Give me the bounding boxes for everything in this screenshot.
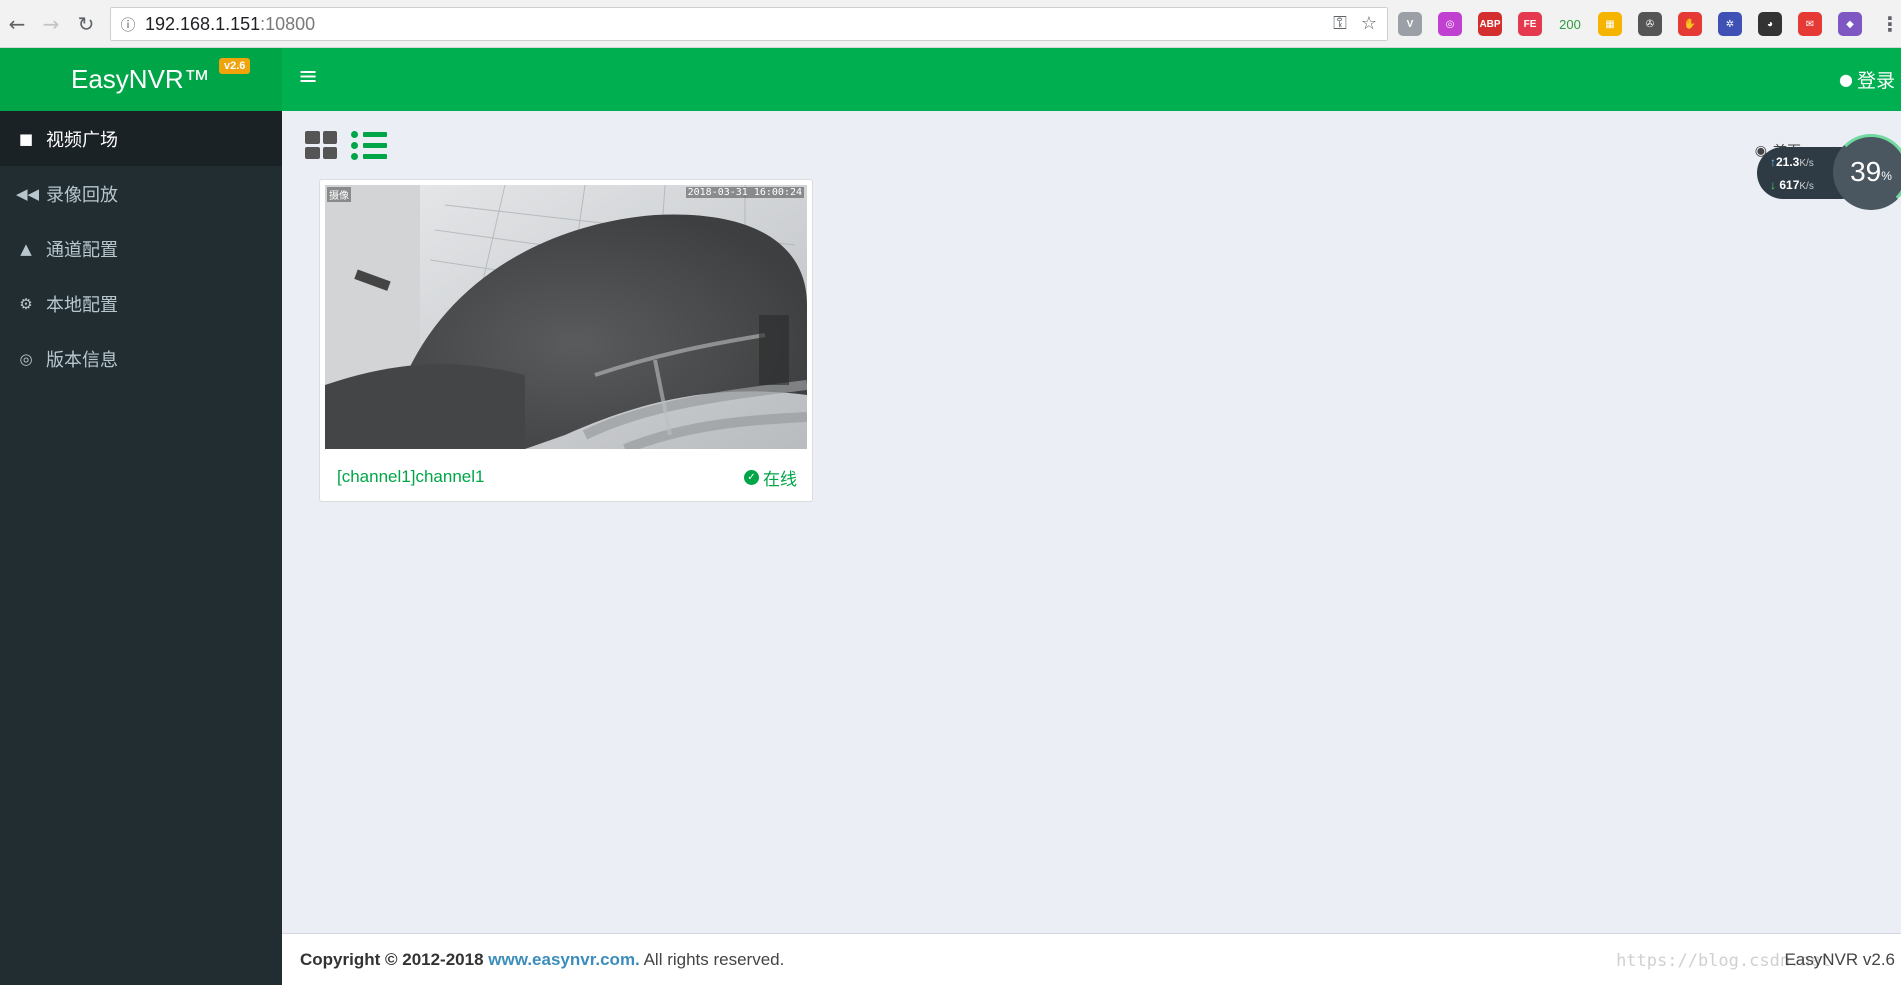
video-camera-icon: ■ — [18, 129, 34, 148]
upload-value: 21.3 — [1776, 155, 1800, 169]
bookmark-star-icon[interactable]: ☆ — [1361, 13, 1377, 34]
card-footer: [channel1]channel1 ✓ 在线 — [320, 452, 812, 502]
list-view-icon[interactable] — [351, 130, 387, 160]
usage-percent-value: 39 — [1850, 156, 1882, 187]
usage-percent-circle: 39% — [1833, 134, 1901, 210]
road-icon: ▲ — [20, 239, 32, 258]
hamburger-menu-icon[interactable]: ≡ — [298, 62, 318, 90]
video-osd-timestamp: 2018-03-31 16:00:24 — [685, 187, 804, 198]
brand-logo[interactable]: EasyNVR™ v2.6 — [0, 48, 282, 111]
key-icon[interactable]: ⚿ — [1333, 13, 1347, 34]
copyright-text: Copyright © 2012-2018 www.easynvr.com. A… — [300, 950, 784, 970]
brand-name: EasyNVR™ — [71, 64, 210, 94]
address-url: 192.168.1.151:10800 — [145, 14, 315, 35]
sidebar-item-5[interactable]: ◎ 版本信息 — [0, 331, 282, 386]
panda-icon[interactable]: ◕ — [1758, 12, 1782, 36]
browser-toolbar: ← → ↻ ⓘ 192.168.1.151:10800 ⚿ ☆ V ◎ ABP FE 2… — [0, 0, 1901, 48]
usage-percent-sign: % — [1881, 169, 1892, 183]
network-speed-widget[interactable]: ↑21.3K/s ↓ 617K/s 39% — [1757, 134, 1901, 210]
page-footer: Copyright © 2012-2018 www.easynvr.com. A… — [282, 933, 1901, 985]
status-label: 在线 — [763, 469, 797, 489]
abp-icon[interactable]: ABP — [1478, 12, 1502, 36]
reload-icon[interactable]: ↻ — [74, 10, 98, 38]
grid-view-icon[interactable] — [305, 131, 337, 159]
download-arrow-icon: ↓ — [1770, 178, 1776, 192]
address-bar[interactable]: ⓘ 192.168.1.151:10800 ⚿ ☆ — [110, 7, 1388, 41]
login-link[interactable]: ● 登录 — [1839, 66, 1895, 93]
life-ring-icon: ◎ — [19, 349, 33, 368]
download-unit: K/s — [1799, 181, 1814, 192]
sidebar: ■ 视频广场 ◀◀ 录像回放 ▲ 通道配置 ⚙ 本地配置 ◎ 版本信息 — [0, 111, 282, 985]
sidebar-item-label: 版本信息 — [46, 349, 118, 370]
cogs-icon: ⚙ — [19, 294, 33, 313]
film-reel-icon[interactable]: ✇ — [1638, 12, 1662, 36]
sidebar-item-label: 本地配置 — [46, 294, 118, 315]
video-frame-image — [325, 185, 807, 449]
channel-name[interactable]: [channel1]channel1 — [337, 467, 484, 487]
browser-menu-icon[interactable]: ⋮ — [1878, 12, 1901, 36]
copyright-label: Copyright © 2012-2018 — [300, 949, 484, 969]
sidebar-item-1[interactable]: ■ 视频广场 — [0, 111, 282, 166]
download-speed: ↓ 617K/s — [1770, 178, 1814, 192]
check-circle-icon: ✓ — [744, 469, 759, 485]
download-value: 617 — [1779, 178, 1800, 192]
app-header: EasyNVR™ v2.6 ≡ ● 登录 — [0, 48, 1901, 111]
red-chat-icon[interactable]: ✉ — [1798, 12, 1822, 36]
vivaldi-v-icon[interactable]: V — [1398, 12, 1422, 36]
sidebar-item-3[interactable]: ▲ 通道配置 — [0, 221, 282, 276]
red-hand-icon[interactable]: ✋ — [1678, 12, 1702, 36]
login-label: 登录 — [1856, 71, 1895, 92]
upload-unit: K/s — [1799, 158, 1814, 169]
user-icon: ● — [1839, 70, 1853, 89]
sidebar-item-2[interactable]: ◀◀ 录像回放 — [0, 166, 282, 221]
upload-speed: ↑21.3K/s — [1770, 155, 1814, 169]
blue-network-icon[interactable]: ✲ — [1718, 12, 1742, 36]
footer-site-link[interactable]: www.easynvr.com. — [488, 950, 640, 969]
gradient-square-icon[interactable]: ◆ — [1838, 12, 1862, 36]
channel-card[interactable]: 摄像 2018-03-31 16:00:24 [channel1]channel… — [319, 179, 813, 502]
rewind-icon: ◀◀ — [16, 184, 40, 203]
url-host: 192.168.1.151 — [145, 13, 261, 34]
rights-text: All rights reserved. — [643, 949, 785, 969]
sidebar-item-label: 录像回放 — [46, 184, 118, 205]
extensions-bar: V ◎ ABP FE 200 ▦ ✇ ✋ ✲ ◕ ✉ ◆ ⋮ — [1398, 12, 1901, 36]
status-badge: ✓ 在线 — [744, 465, 797, 490]
sidebar-item-label: 视频广场 — [46, 129, 118, 150]
main-content: ◉ 首页 — [282, 111, 1901, 933]
sidebar-item-4[interactable]: ⚙ 本地配置 — [0, 276, 282, 331]
forward-arrow-icon[interactable]: → — [39, 10, 63, 38]
footer-version: EasyNVR v2.6 — [1784, 949, 1895, 969]
version-badge: v2.6 — [219, 58, 251, 74]
purple-swirl-icon[interactable]: ◎ — [1438, 12, 1462, 36]
video-osd-label: 摄像 — [327, 187, 351, 202]
sidebar-item-label: 通道配置 — [46, 239, 118, 260]
video-thumbnail[interactable]: 摄像 2018-03-31 16:00:24 — [325, 185, 807, 449]
back-arrow-icon[interactable]: ← — [5, 10, 29, 38]
fe-icon[interactable]: FE — [1518, 12, 1542, 36]
status-200-icon[interactable]: 200 — [1558, 12, 1582, 36]
url-port: :10800 — [260, 13, 316, 34]
info-icon[interactable]: ⓘ — [111, 14, 145, 35]
color-blocks-icon[interactable]: ▦ — [1598, 12, 1622, 36]
